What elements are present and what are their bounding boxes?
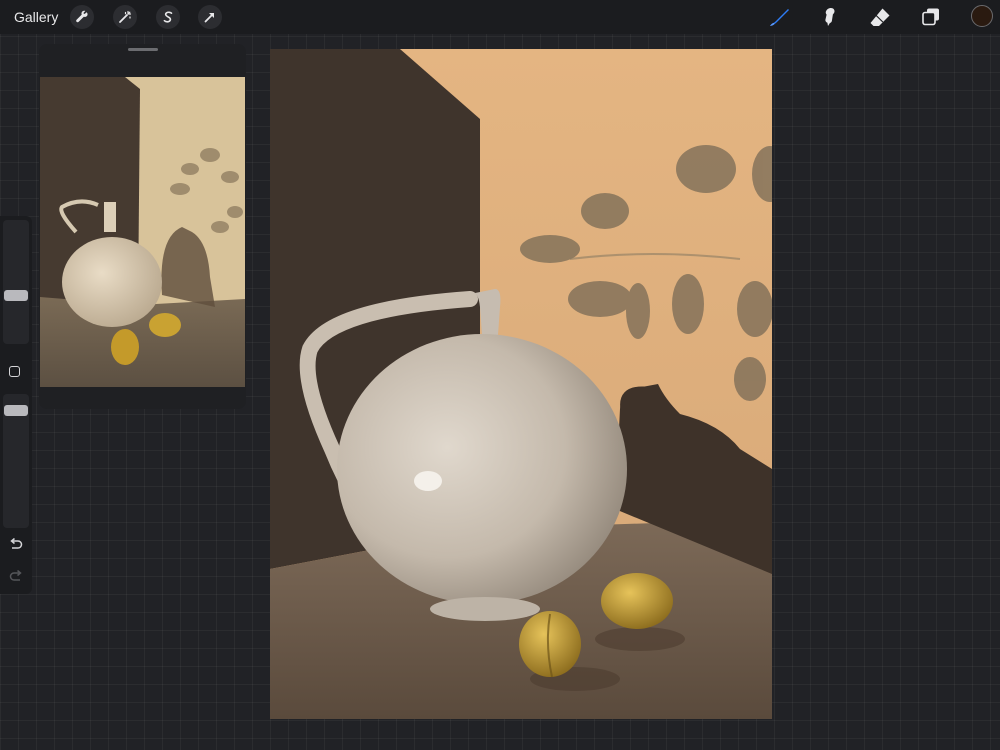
eraser-icon[interactable] <box>867 5 893 29</box>
transform-arrow-icon[interactable] <box>198 5 222 29</box>
smudge-icon[interactable] <box>816 5 842 29</box>
color-picker-button[interactable] <box>971 5 993 27</box>
modify-button[interactable] <box>9 366 20 377</box>
wrench-icon[interactable] <box>70 5 94 29</box>
top-toolbar: Gallery <box>0 0 1000 34</box>
selection-s-icon[interactable] <box>156 5 180 29</box>
opacity-slider[interactable] <box>3 394 29 528</box>
left-sidebar <box>0 216 32 594</box>
reference-drag-handle[interactable] <box>128 48 158 51</box>
brush-size-slider[interactable] <box>3 220 29 344</box>
reference-panel[interactable] <box>39 44 246 409</box>
layers-icon[interactable] <box>918 5 944 29</box>
brush-icon[interactable] <box>766 5 792 29</box>
opacity-thumb[interactable] <box>4 405 28 416</box>
drawing-canvas[interactable] <box>270 49 788 719</box>
brush-size-thumb[interactable] <box>4 290 28 301</box>
undo-icon[interactable] <box>8 537 24 552</box>
redo-icon[interactable] <box>8 569 24 584</box>
reference-image <box>40 77 245 387</box>
gallery-button[interactable]: Gallery <box>14 9 58 25</box>
magic-wand-icon[interactable] <box>113 5 137 29</box>
